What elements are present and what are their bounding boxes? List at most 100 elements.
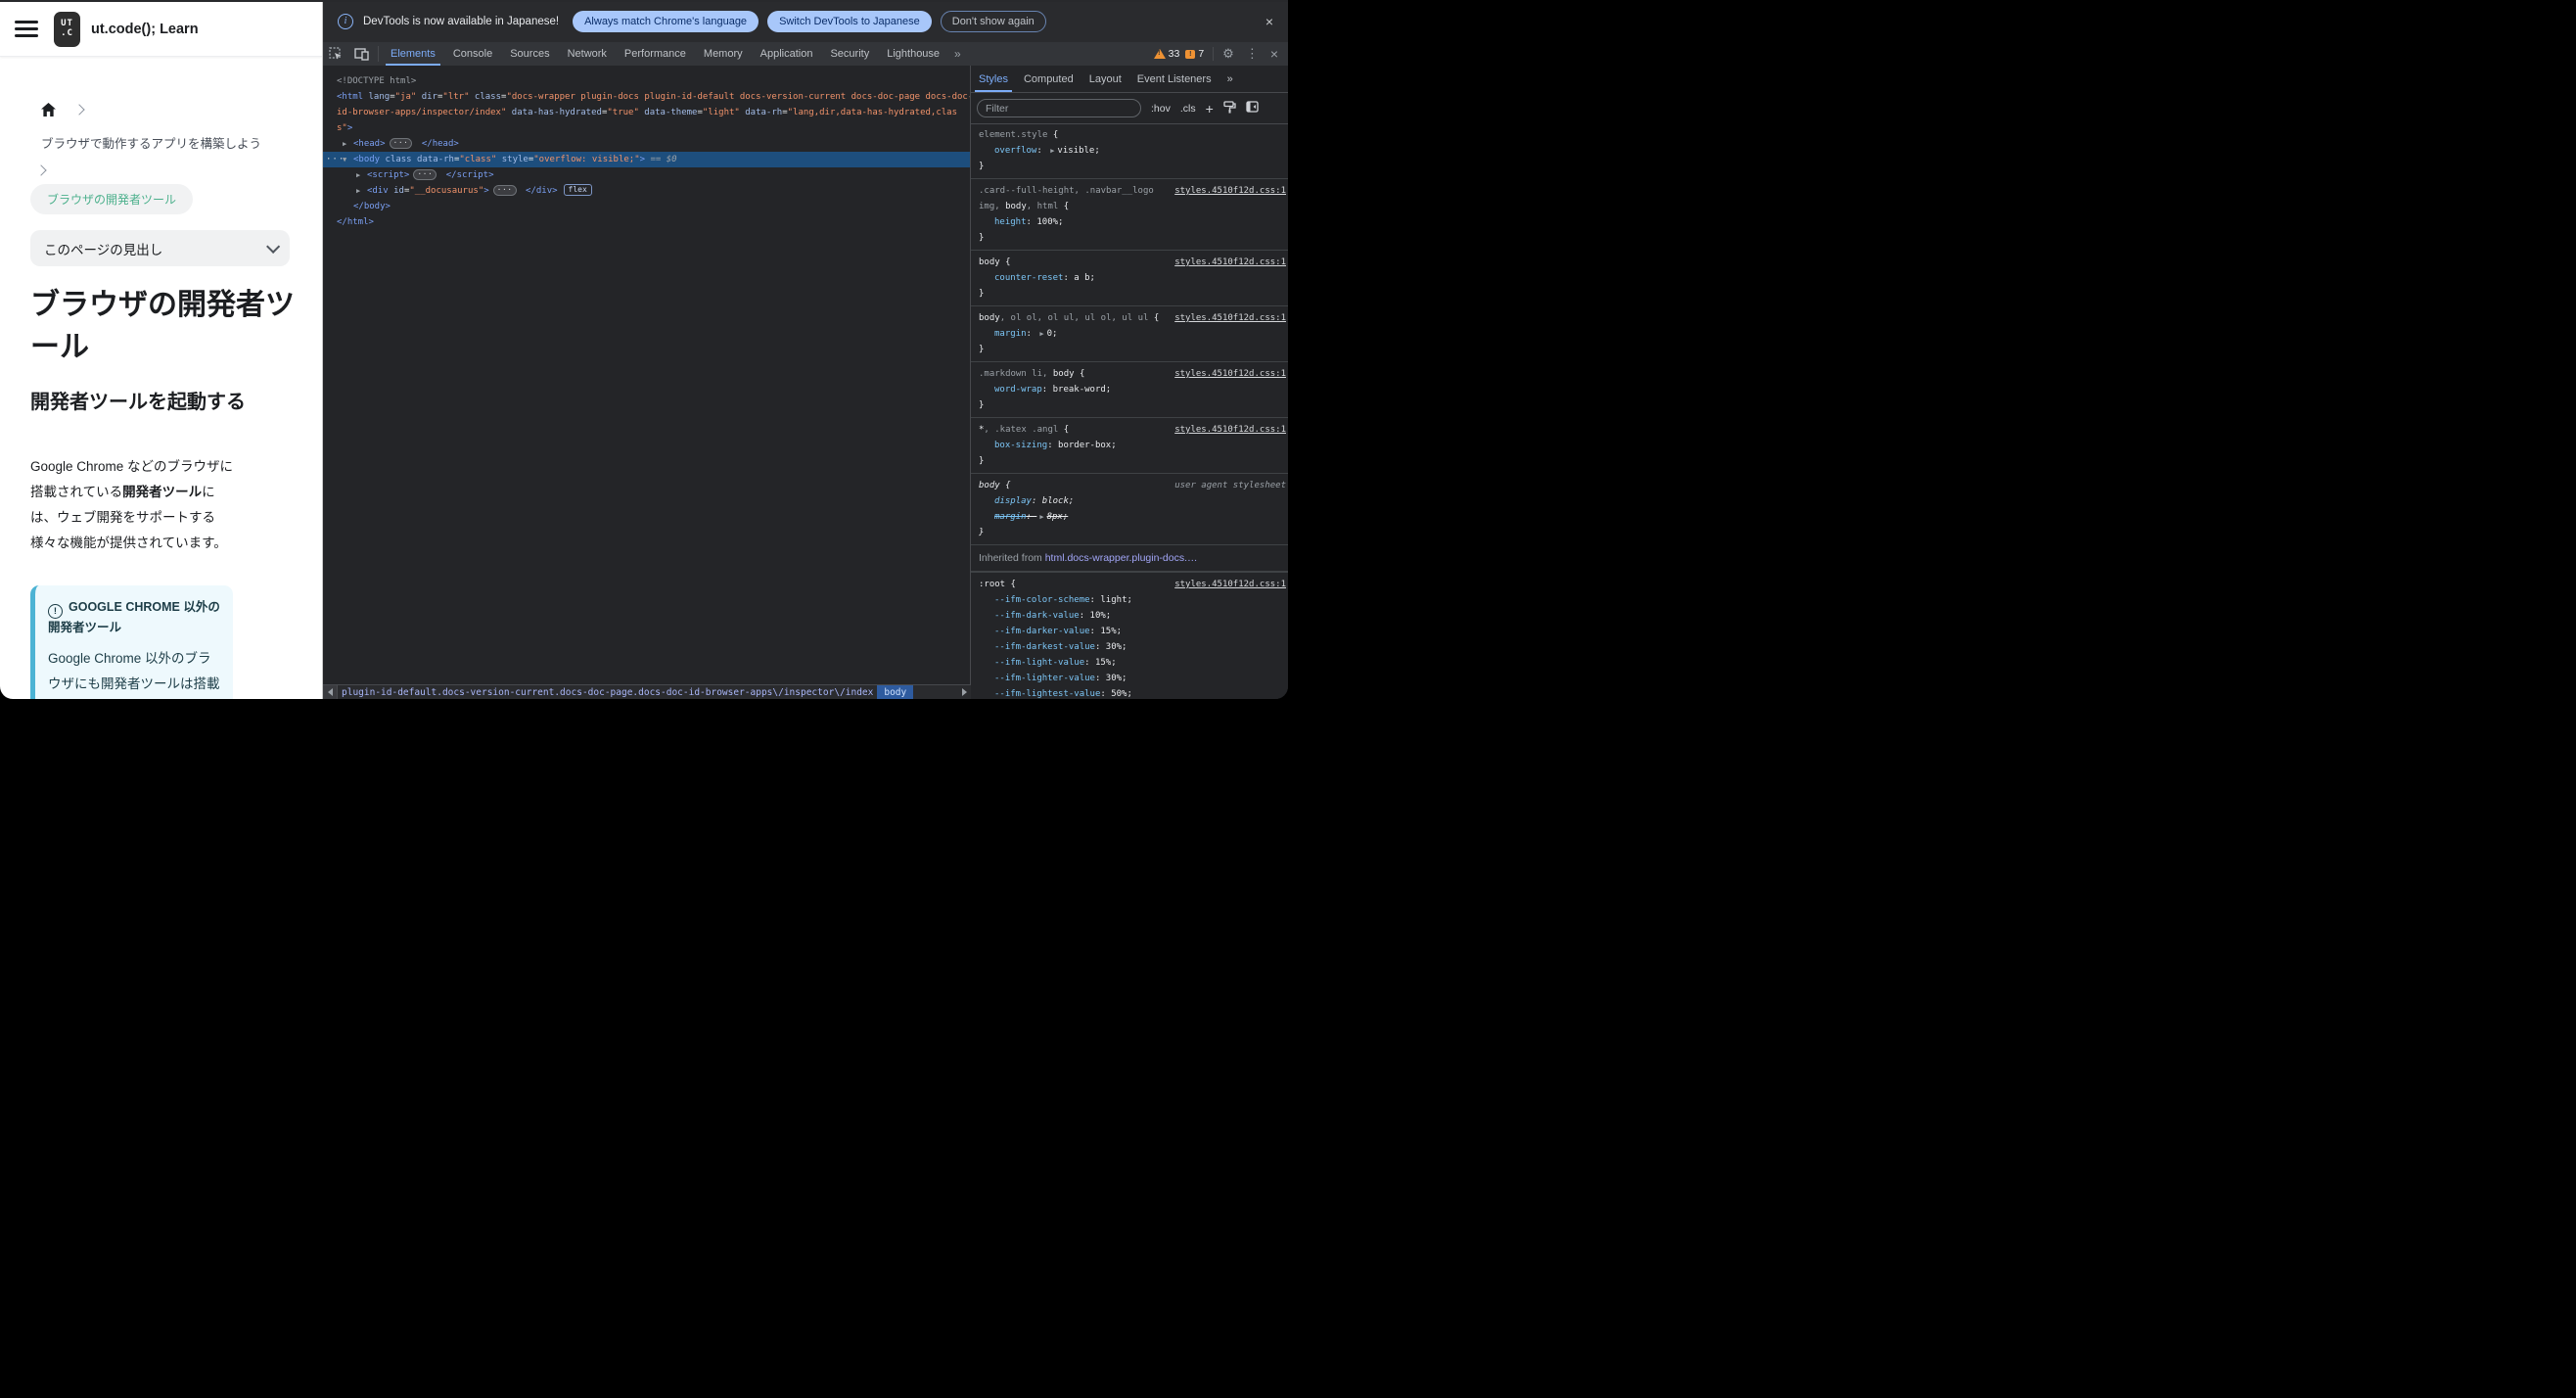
css-declaration[interactable]: --ifm-color-scheme: light; [979,592,1280,608]
site-title[interactable]: ut.code(); Learn [91,2,199,56]
admonition-title: ! GOOGLE CHROME 以外の開発者ツール [48,598,220,637]
inspect-element-icon[interactable] [323,42,348,66]
dom-breadcrumb-path[interactable]: plugin-id-default.docs-version-current.d… [338,685,877,699]
kebab-menu-icon[interactable]: ⋮ [1240,46,1265,62]
sidebar-tab-styles[interactable]: Styles [971,66,1016,92]
sidebar-tab-event-listeners[interactable]: Event Listeners [1129,66,1219,92]
paintbrush-icon[interactable] [1223,100,1236,116]
style-rule[interactable]: user agent stylesheet body {display: bloc… [971,473,1288,544]
notification-action-button[interactable]: Switch DevTools to Japanese [767,10,932,32]
devtools-tab-sources[interactable]: Sources [501,42,558,66]
gear-icon[interactable]: ⚙ [1217,46,1240,62]
stylesheet-link[interactable]: styles.4510f12d.css:1 [1174,577,1286,592]
issues-icon[interactable]: ! [1185,49,1196,59]
dont-show-again-button[interactable]: Don't show again [940,10,1046,32]
site-logo[interactable]: UT .C [54,12,80,47]
style-rule[interactable]: styles.4510f12d.css:1 .card--full-height,… [971,178,1288,250]
disclosure-arrow-icon[interactable]: ▶ [356,183,367,199]
breadcrumb-level1[interactable]: ブラウザで動作するアプリを構築しよう [41,133,296,152]
css-declaration[interactable]: word-wrap: break-word; [979,382,1280,397]
devtools-tab-performance[interactable]: Performance [616,42,695,66]
style-rule[interactable]: element.style {overflow: ▶ visible;} [971,123,1288,178]
css-declaration[interactable]: --ifm-lightest-value: 50%; [979,686,1280,699]
expand-node-icon[interactable]: ··· [389,138,413,149]
styles-filter-input[interactable] [977,99,1141,117]
stylesheet-link[interactable]: styles.4510f12d.css:1 [1174,366,1286,382]
warning-icon[interactable] [1153,49,1166,59]
devtools-tab-elements[interactable]: Elements [382,42,444,66]
style-rule[interactable]: styles.4510f12d.css:1 body, ol ol, ol ul,… [971,305,1288,361]
style-rule[interactable]: styles.4510f12d.css:1 *, .katex .angl {bo… [971,417,1288,473]
css-declaration[interactable]: box-sizing: border-box; [979,438,1280,453]
sidebar-tab-computed[interactable]: Computed [1016,66,1081,92]
breadcrumb-home-icon[interactable] [41,103,56,116]
css-declaration[interactable]: --ifm-darker-value: 15%; [979,624,1280,639]
dom-tree-node[interactable]: id-browser-apps/inspector/index" data-ha… [323,105,970,120]
toc-collapsible[interactable]: このページの見出し [30,230,290,266]
css-declaration[interactable]: --ifm-lighter-value: 30%; [979,671,1280,686]
hamburger-menu-icon[interactable] [15,21,38,37]
devtools-tab-memory[interactable]: Memory [695,42,752,66]
sidebar-tab-layout[interactable]: Layout [1081,66,1129,92]
expand-value-icon[interactable]: ▶ [1039,330,1043,338]
dom-tree-node[interactable]: </html> [323,214,970,230]
breadcrumb-current[interactable]: ブラウザの開発者ツール [30,184,194,214]
devtools-tab-application[interactable]: Application [752,42,822,66]
devtools-tab-network[interactable]: Network [559,42,616,66]
code-token: data-theme [638,108,698,117]
device-toolbar-icon[interactable] [348,42,375,66]
issues-count[interactable]: 7 [1198,48,1204,60]
node-actions-icon[interactable]: ··· [326,152,345,167]
inherited-from-link[interactable]: html.docs-wrapper.plugin-docs.… [1045,552,1198,564]
css-declaration[interactable]: height: 100%; [979,214,1280,230]
dom-tree-node[interactable]: ▶ <script> ··· </script> [323,167,970,183]
new-style-rule-icon[interactable]: + [1206,102,1214,116]
css-declaration[interactable]: overflow: ▶ visible; [979,143,1280,159]
style-rule[interactable]: styles.4510f12d.css:1 .markdown li, body … [971,361,1288,417]
dom-tree-node[interactable]: </body> [323,199,970,214]
css-declaration[interactable]: margin: ▶ 0; [979,326,1280,342]
stylesheet-link[interactable]: styles.4510f12d.css:1 [1174,183,1286,199]
style-rule[interactable]: styles.4510f12d.css:1:root {--ifm-color-… [971,572,1288,699]
expand-node-icon[interactable]: ··· [413,169,437,180]
breadcrumb-back-icon[interactable] [323,685,338,699]
devtools-tab-security[interactable]: Security [821,42,878,66]
sidebar-toggle-icon[interactable] [1246,101,1259,116]
dom-tree-node[interactable]: ▶ <head> ··· </head> [323,136,970,152]
dom-tree-node[interactable]: s"> [323,120,970,136]
element-class-toggle[interactable]: .cls [1180,103,1196,115]
css-declaration[interactable]: --ifm-light-value: 15%; [979,655,1280,671]
css-declaration[interactable]: --ifm-darkest-value: 30%; [979,639,1280,655]
stylesheet-link[interactable]: styles.4510f12d.css:1 [1174,422,1286,438]
css-declaration[interactable]: counter-reset: a b; [979,270,1280,286]
devtools-close-icon[interactable]: × [1265,46,1284,62]
style-rule[interactable]: styles.4510f12d.css:1 body {counter-reset… [971,250,1288,305]
rule-close-brace: } [979,456,985,466]
dom-tree-node[interactable]: ▶ <div id="__docusaurus"> ··· </div> flex [323,183,970,199]
dom-tree-node[interactable]: ··· ▼ <body class data-rh="class" style="o… [323,152,970,167]
css-declaration[interactable]: --ifm-dark-value: 10%; [979,608,1280,624]
css-declaration[interactable]: display: block; [979,493,1280,509]
more-sidebar-tabs-icon[interactable]: » [1219,66,1241,92]
expand-value-icon[interactable]: ▶ [1050,147,1054,155]
devtools-tab-console[interactable]: Console [444,42,501,66]
pseudo-state-toggle[interactable]: :hov [1151,103,1171,115]
expand-value-icon[interactable]: ▶ [1039,513,1043,521]
more-tabs-icon[interactable]: » [948,42,967,66]
flex-badge[interactable]: flex [563,184,592,196]
dom-breadcrumb-bar: plugin-id-default.docs-version-current.d… [323,684,971,699]
disclosure-arrow-icon[interactable]: ▶ [356,167,367,183]
css-declaration[interactable]: margin: ▶ 8px; [979,509,1280,525]
disclosure-arrow-icon[interactable]: ▶ [343,136,353,152]
expand-node-icon[interactable]: ··· [492,185,517,196]
devtools-tab-lighthouse[interactable]: Lighthouse [878,42,948,66]
stylesheet-link[interactable]: styles.4510f12d.css:1 [1174,255,1286,270]
notification-action-button[interactable]: Always match Chrome's language [573,10,759,32]
warnings-count[interactable]: 33 [1169,48,1180,60]
stylesheet-link[interactable]: styles.4510f12d.css:1 [1174,310,1286,326]
dom-breadcrumb-selected[interactable]: body [877,685,914,699]
notification-close-icon[interactable]: × [1261,13,1278,30]
breadcrumb-forward-icon[interactable] [958,685,971,699]
dom-tree-node[interactable]: <html lang="ja" dir="ltr" class="docs-wr… [323,89,970,105]
dom-tree-node[interactable]: <!DOCTYPE html> [323,73,970,89]
